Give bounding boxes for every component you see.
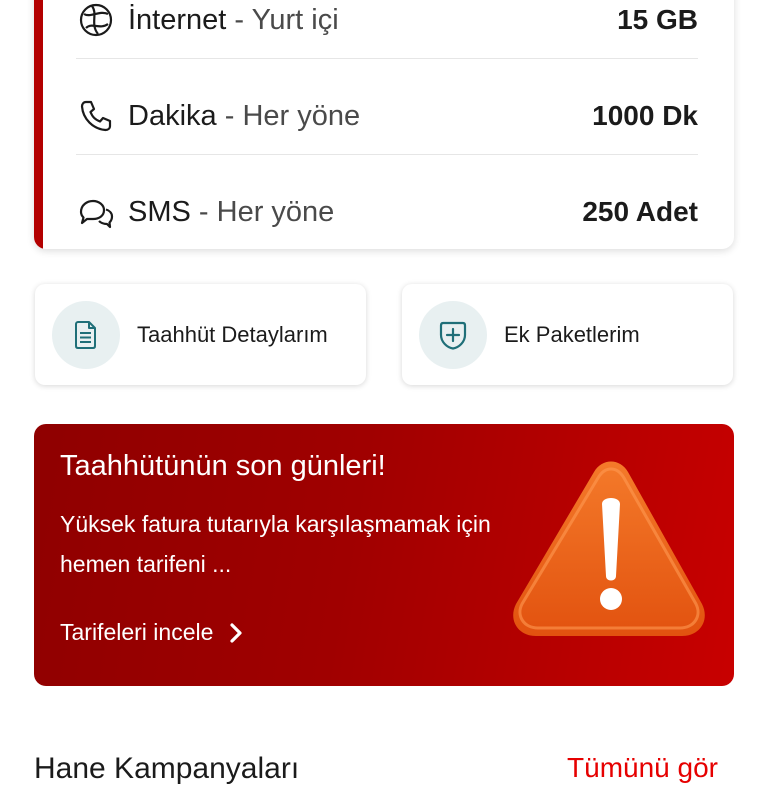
divider <box>76 154 698 155</box>
usage-separator: - <box>234 3 245 36</box>
see-all-link[interactable]: Tümünü gör <box>567 752 718 784</box>
usage-separator: - <box>198 195 209 228</box>
usage-value: 1000 Dk <box>592 100 698 131</box>
promo-title: Taahhütünün son günleri! <box>60 450 386 482</box>
usage-label: Dakika - Her yöne <box>128 100 592 133</box>
usage-row-minutes[interactable]: Dakika - Her yöne 1000 Dk <box>76 68 698 164</box>
chevron-right-icon <box>229 622 243 644</box>
usage-scope: Her yöne <box>216 195 335 228</box>
usage-card-accent-bar <box>34 0 43 249</box>
usage-label: SMS - Her yöne <box>128 196 582 229</box>
view-tariffs-link[interactable]: Tarifeleri incele <box>60 619 243 646</box>
shortcut-label: Taahhüt Detaylarım <box>137 321 328 347</box>
usage-card: İnternet - Yurt içi 15 GB Dakika - Her y… <box>34 0 734 249</box>
phone-icon <box>76 96 116 136</box>
extra-packages-button[interactable]: Ek Paketlerim <box>402 284 733 385</box>
document-icon <box>52 300 120 369</box>
usage-value: 250 Adet <box>582 196 698 227</box>
section-title: Hane Kampanyaları <box>34 752 300 785</box>
commitment-ending-banner[interactable]: Taahhütünün son günleri! Yüksek fatura t… <box>34 424 734 686</box>
chat-bubbles-icon <box>76 192 116 232</box>
divider <box>76 58 698 59</box>
promo-link-label: Tarifeleri incele <box>60 619 214 645</box>
globe-icon <box>76 0 116 40</box>
usage-label: İnternet - Yurt içi <box>128 4 617 37</box>
shortcut-label: Ek Paketlerim <box>504 321 640 347</box>
usage-value: 15 GB <box>617 4 698 35</box>
usage-name: Dakika <box>128 99 217 132</box>
usage-row-sms[interactable]: SMS - Her yöne 250 Adet <box>76 164 698 249</box>
promo-body: Yüksek fatura tutarıyla karşılaşmamak iç… <box>60 511 491 577</box>
add-circle-icon <box>419 300 487 369</box>
usage-name: SMS <box>128 195 191 228</box>
usage-scope: Yurt içi <box>251 3 339 36</box>
usage-scope: Her yöne <box>242 99 361 132</box>
usage-name: İnternet <box>128 3 227 36</box>
warning-triangle-icon <box>513 461 705 636</box>
usage-separator: - <box>224 99 235 132</box>
commitment-details-button[interactable]: Taahhüt Detaylarım <box>35 284 366 385</box>
